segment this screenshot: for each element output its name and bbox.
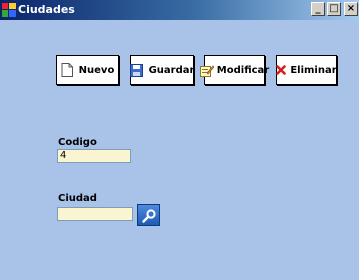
title-bar[interactable]: Ciudades _ □ × — [0, 0, 359, 20]
minimize-button[interactable]: _ — [311, 2, 325, 16]
modificar-button[interactable]: Modificar — [199, 55, 269, 85]
save-icon — [129, 63, 143, 77]
codigo-field[interactable]: 4 — [57, 149, 131, 163]
new-document-icon — [61, 63, 73, 77]
modificar-label: Modificar — [216, 64, 270, 76]
app-icon — [2, 2, 16, 17]
eliminar-button[interactable]: Eliminar — [276, 55, 337, 85]
edit-icon — [199, 64, 214, 77]
search-button[interactable] — [137, 204, 160, 226]
delete-icon — [276, 65, 287, 75]
guardar-button[interactable]: Guardar — [129, 55, 195, 85]
eliminar-label: Eliminar — [290, 64, 337, 76]
nuevo-label: Nuevo — [78, 64, 115, 76]
ciudad-field[interactable] — [57, 207, 133, 221]
window-title: Ciudades — [18, 3, 75, 16]
nuevo-button[interactable]: Nuevo — [56, 55, 119, 85]
maximize-button[interactable]: □ — [327, 2, 341, 16]
ciudades-window: Ciudades _ □ × Nuevo Guardar Modificar E… — [0, 0, 359, 280]
close-button[interactable]: × — [344, 2, 358, 16]
ciudad-label: Ciudad — [58, 193, 97, 204]
codigo-label: Codigo — [58, 137, 97, 148]
guardar-label: Guardar — [148, 64, 195, 76]
